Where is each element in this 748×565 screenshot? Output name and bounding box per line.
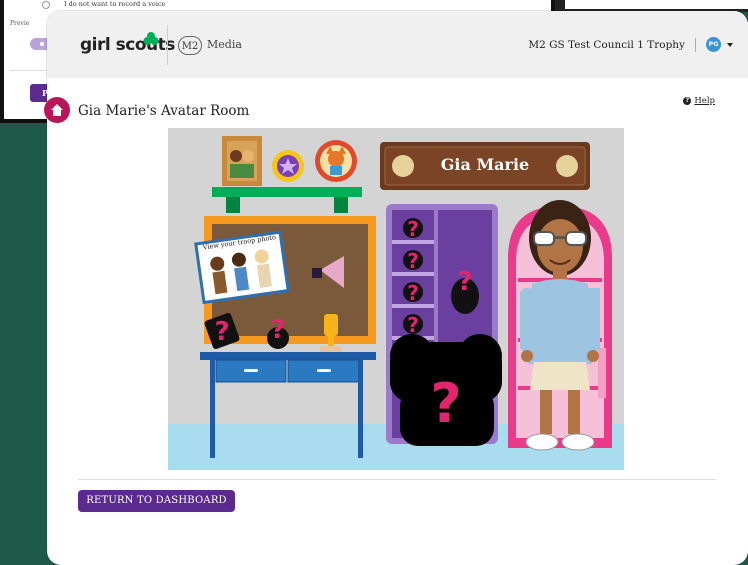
header-separator [695,37,696,52]
footer-divider [78,479,716,480]
radio-button[interactable] [42,1,50,9]
avatar[interactable]: PG [706,37,721,52]
avatar-room-scene: Gia Marie View your troop photo ? ? ? ? … [168,128,624,470]
preview-label: Previe [10,20,30,27]
home-icon [51,104,63,116]
avatar-room-modal: girl scouts M2 Media M2 GS Test Council … [47,11,748,565]
media-label: Media [207,38,242,51]
help-icon: ? [683,97,692,105]
voice-option-label: I do not want to record a voice [64,0,166,8]
help-link[interactable]: ? Help [683,96,715,106]
divider [10,70,50,71]
modal-header: girl scouts M2 Media M2 GS Test Council … [47,11,748,78]
mystery-mark: ? [214,317,229,347]
mystery-mark: ? [407,217,419,241]
mystery-mark: ? [270,315,285,345]
header-divider [167,25,168,65]
home-button[interactable] [44,97,70,123]
desk-top [200,352,376,360]
page-title: Gia Marie's Avatar Room [78,103,250,119]
mystery-mark: ? [407,313,419,337]
mystery-mark: ? [457,267,472,297]
name-sign-text: Gia Marie [441,155,529,174]
mystery-mark: ? [407,281,419,305]
background-panel [565,0,748,9]
trefoil-icon [143,32,159,45]
account-menu[interactable]: M2 GS Test Council 1 Trophy PG [528,37,733,52]
fox-frame [315,140,357,182]
account-name: M2 GS Test Council 1 Trophy [528,38,685,51]
return-to-dashboard-button[interactable]: RETURN TO DASHBOARD [78,490,235,512]
mystery-mark: ? [407,249,419,273]
m2-logo: M2 [178,36,202,55]
shelf [212,187,362,197]
chevron-down-icon[interactable] [727,42,733,47]
mystery-mark: ? [430,372,461,435]
girl-scouts-logo[interactable]: girl scouts [80,35,175,55]
help-label: Help [694,96,715,106]
framed-photo [222,136,262,186]
star-frame [272,150,304,182]
